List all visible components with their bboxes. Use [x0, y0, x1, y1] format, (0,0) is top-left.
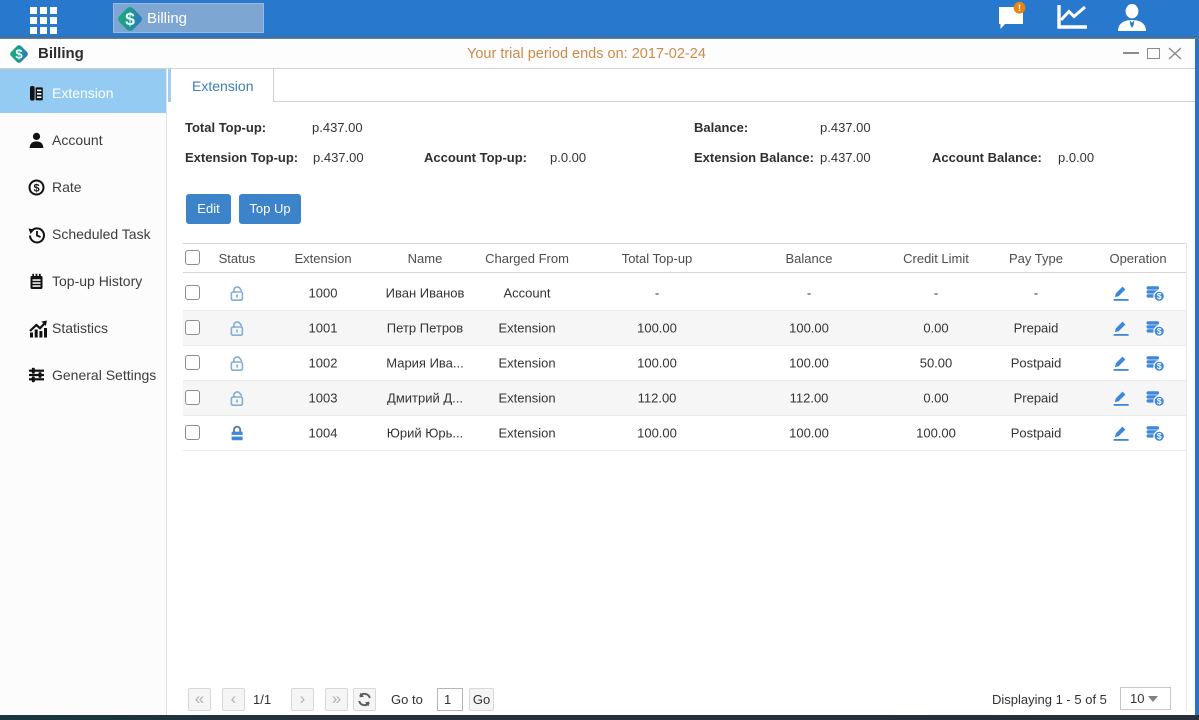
svg-text:$: $ — [125, 9, 135, 29]
svg-text:$: $ — [1157, 431, 1162, 441]
svg-text:$: $ — [1157, 326, 1162, 336]
svg-text:!: ! — [1018, 3, 1021, 14]
svg-text:$: $ — [1157, 291, 1162, 301]
svg-text:$: $ — [1157, 396, 1162, 406]
svg-text:$: $ — [33, 182, 39, 194]
svg-text:$: $ — [15, 46, 23, 61]
svg-text:$: $ — [1157, 361, 1162, 371]
